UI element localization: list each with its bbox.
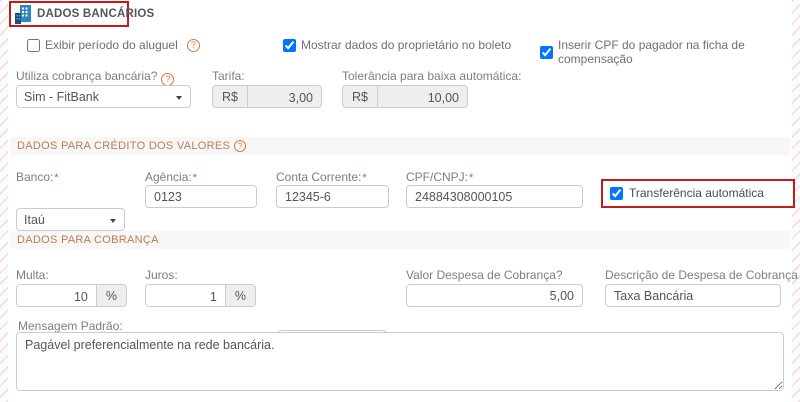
required-asterisk: *	[469, 172, 473, 184]
cpf-cnpj-label: CPF/CNPJ:*	[406, 170, 473, 184]
required-asterisk: *	[54, 172, 58, 184]
uses-billing-select-wrap: Sim - FitBank	[16, 85, 191, 108]
agency-input[interactable]	[145, 185, 257, 208]
bank-buildings-icon	[15, 5, 32, 24]
checkbox-inserir-cpf[interactable]: Inserir CPF do pagador na ficha de compe…	[540, 38, 800, 66]
help-icon[interactable]: ?	[187, 39, 200, 52]
mostrar-dados-label: Mostrar dados do proprietário no boleto	[301, 38, 511, 52]
checkbox-exibir-periodo[interactable]: Exibir período do aluguel ?	[27, 38, 200, 52]
credit-section-header: DADOS PARA CRÉDITO DOS VALORES?	[10, 137, 790, 155]
uses-billing-select[interactable]: Sim - FitBank	[17, 86, 190, 107]
help-icon[interactable]: ?	[234, 140, 246, 152]
bank-label: Banco:*	[16, 170, 59, 184]
mostrar-dados-checkbox[interactable]	[283, 39, 296, 52]
interest-label: Juros:	[145, 268, 178, 282]
expense-value-input[interactable]	[406, 284, 583, 307]
interest-input[interactable]	[146, 285, 225, 307]
fine-input[interactable]	[17, 285, 96, 307]
bank-select-wrap: Itaú	[16, 208, 125, 231]
fine-group: %	[16, 284, 127, 307]
default-message-label: Mensagem Padrão:	[18, 319, 123, 333]
tariff-input	[248, 86, 321, 108]
annotation-box-header: DADOS BANCÁRIOS	[9, 1, 129, 27]
interest-group: %	[145, 284, 256, 307]
tariff-group: R$	[212, 85, 322, 108]
tolerance-group: R$	[342, 85, 468, 108]
bank-select[interactable]: Itaú	[17, 209, 124, 230]
exibir-periodo-label: Exibir período do aluguel	[45, 38, 178, 52]
percent-suffix: %	[225, 285, 255, 306]
required-asterisk: *	[193, 172, 197, 184]
default-message-textarea[interactable]: Pagável preferencialmente na rede bancár…	[16, 332, 784, 391]
percent-suffix: %	[96, 285, 126, 306]
tolerance-input	[378, 86, 467, 108]
required-asterisk: *	[362, 172, 366, 184]
auto-transfer-checkbox-item[interactable]: Transferência automática	[610, 186, 764, 200]
fine-label: Multa:	[16, 268, 49, 282]
tolerance-label: Tolerância para baixa automática:	[342, 69, 521, 83]
account-input[interactable]	[276, 185, 389, 208]
page-title: DADOS BANCÁRIOS	[37, 8, 154, 20]
cpf-cnpj-input[interactable]	[406, 185, 583, 208]
charge-section-header: DADOS PARA COBRANÇA	[10, 231, 790, 249]
tariff-label: Tarifa:	[212, 69, 245, 83]
bank-data-settings-page: DADOS BANCÁRIOS Exibir período do alugue…	[0, 0, 800, 402]
inserir-cpf-label: Inserir CPF do pagador na ficha de compe…	[558, 38, 800, 66]
exibir-periodo-checkbox[interactable]	[27, 39, 40, 52]
inserir-cpf-checkbox[interactable]	[540, 46, 553, 59]
currency-prefix: R$	[213, 86, 248, 107]
account-label: Conta Corrente:*	[276, 170, 367, 184]
expense-value-label: Valor Despesa de Cobrança?	[406, 268, 563, 282]
auto-transfer-checkbox[interactable]	[610, 187, 623, 200]
currency-prefix: R$	[343, 86, 378, 107]
uses-billing-label: Utiliza cobrança bancária??	[16, 69, 174, 86]
expense-description-label: Descrição de Despesa de Cobrança	[605, 268, 798, 282]
checkbox-mostrar-dados[interactable]: Mostrar dados do proprietário no boleto	[283, 38, 511, 52]
expense-description-input[interactable]	[605, 284, 781, 307]
auto-transfer-label: Transferência automática	[629, 186, 764, 200]
agency-label: Agência:*	[145, 170, 197, 184]
